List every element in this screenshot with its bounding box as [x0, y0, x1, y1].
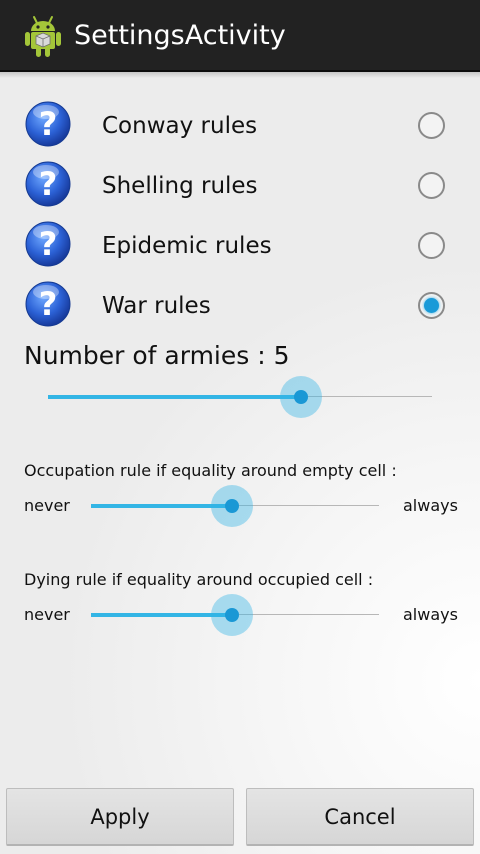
radio-shelling[interactable]	[418, 172, 445, 199]
slider-progress	[48, 395, 302, 399]
rule-label-shelling: Shelling rules	[102, 173, 258, 199]
occupation-min-label: never	[24, 496, 70, 515]
rule-row-shelling[interactable]: ? Shelling rules	[0, 156, 480, 216]
app-title: SettingsActivity	[74, 20, 286, 51]
radio-epidemic[interactable]	[418, 232, 445, 259]
svg-text:?: ?	[39, 225, 58, 263]
svg-text:?: ?	[39, 105, 58, 143]
radio-conway[interactable]	[418, 112, 445, 139]
armies-label-text: Number of armies :	[24, 341, 274, 370]
armies-slider[interactable]	[48, 375, 432, 419]
dying-min-label: never	[24, 605, 70, 624]
rule-label-conway: Conway rules	[102, 113, 258, 139]
rule-row-war[interactable]: ? War rules	[0, 276, 480, 336]
help-icon[interactable]: ?	[24, 220, 72, 268]
rule-label-epidemic: Epidemic rules	[102, 233, 272, 259]
dying-rule-label: Dying rule if equality around occupied c…	[24, 570, 374, 589]
armies-label: Number of armies : 5	[24, 337, 290, 375]
occupation-slider[interactable]	[91, 484, 379, 528]
armies-value: 5	[273, 341, 290, 370]
occupation-rule-label: Occupation rule if equality around empty…	[24, 461, 397, 480]
slider-thumb[interactable]	[211, 594, 254, 636]
rule-row-epidemic[interactable]: ? Epidemic rules	[0, 216, 480, 276]
rule-row-conway[interactable]: ? Conway rules	[0, 96, 480, 156]
radio-war[interactable]	[418, 292, 445, 319]
action-bar-shadow	[0, 72, 480, 78]
svg-text:?: ?	[39, 285, 58, 323]
help-icon[interactable]: ?	[24, 100, 72, 148]
rule-label-war: War rules	[102, 293, 211, 319]
help-icon[interactable]: ?	[24, 280, 72, 328]
svg-text:?: ?	[39, 165, 58, 203]
apply-button[interactable]: Apply	[6, 788, 234, 846]
dying-slider[interactable]	[91, 593, 379, 637]
slider-thumb[interactable]	[280, 376, 323, 418]
cancel-button[interactable]: Cancel	[246, 788, 474, 846]
action-bar: SettingsActivity	[0, 0, 480, 72]
help-icon[interactable]: ?	[24, 160, 72, 208]
occupation-max-label: always	[403, 496, 458, 515]
android-robot-icon[interactable]	[24, 14, 62, 58]
dying-max-label: always	[403, 605, 458, 624]
slider-thumb[interactable]	[211, 485, 254, 527]
